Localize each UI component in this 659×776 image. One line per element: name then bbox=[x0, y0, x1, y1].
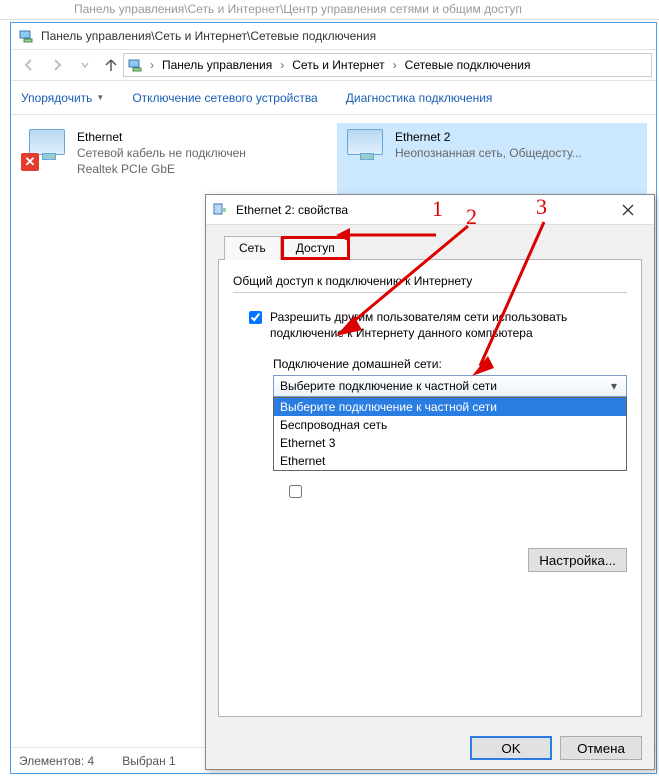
caret-down-icon: ▼ bbox=[96, 93, 104, 102]
chevron-down-icon: ▾ bbox=[606, 378, 622, 394]
combo-option[interactable]: Ethernet 3 bbox=[274, 434, 626, 452]
allow-sharing-checkbox[interactable] bbox=[249, 311, 262, 324]
bg-title-text: Панель управления\Сеть и Интернет\Центр … bbox=[74, 2, 522, 16]
diagnose-button[interactable]: Диагностика подключения bbox=[344, 87, 495, 109]
window-title-text: Панель управления\Сеть и Интернет\Сетевы… bbox=[41, 29, 376, 43]
disable-label: Отключение сетевого устройства bbox=[132, 91, 317, 105]
command-bar: Упорядочить ▼ Отключение сетевого устрой… bbox=[11, 81, 656, 115]
connection-device: Realtek PCIe GbE bbox=[77, 161, 246, 177]
tab-sharing-label: Доступ bbox=[296, 241, 335, 255]
adapter-icon bbox=[341, 129, 389, 169]
cancel-button[interactable]: Отмена bbox=[560, 736, 642, 760]
window-title-bar: Панель управления\Сеть и Интернет\Сетевы… bbox=[11, 23, 656, 49]
settings-btn-label: Настройка... bbox=[539, 553, 616, 568]
ok-button[interactable]: OK bbox=[470, 736, 552, 760]
selected-count: Выбран 1 bbox=[122, 754, 175, 768]
error-badge-icon: ✕ bbox=[21, 153, 39, 171]
ok-label: OK bbox=[501, 741, 520, 756]
combo-option[interactable]: Выберите подключение к частной сети bbox=[274, 398, 626, 416]
recent-dropdown[interactable] bbox=[71, 51, 99, 79]
breadcrumb-item[interactable]: Сетевые подключения bbox=[401, 54, 535, 76]
adapter-small-icon bbox=[212, 202, 228, 218]
breadcrumb-item[interactable]: Панель управления bbox=[158, 54, 276, 76]
allow-control-row bbox=[233, 484, 302, 498]
allow-control-checkbox[interactable] bbox=[289, 485, 302, 498]
chevron-right-icon[interactable]: › bbox=[278, 58, 286, 72]
combo-dropdown: Выберите подключение к частной сети Бесп… bbox=[273, 397, 627, 471]
organize-menu[interactable]: Упорядочить ▼ bbox=[19, 87, 106, 109]
tab-network-label: Сеть bbox=[239, 241, 266, 255]
combo-option[interactable]: Беспроводная сеть bbox=[274, 416, 626, 434]
annotation-1: 1 bbox=[432, 196, 443, 222]
home-connection-label: Подключение домашней сети: bbox=[233, 357, 627, 371]
dialog-footer: OK Отмена bbox=[206, 727, 654, 769]
chevron-right-icon[interactable]: › bbox=[391, 58, 399, 72]
elements-count: Элементов: 4 bbox=[19, 754, 94, 768]
tab-network[interactable]: Сеть bbox=[224, 236, 281, 260]
connection-status: Сетевой кабель не подключен bbox=[77, 145, 246, 161]
annotation-arrow-2 bbox=[330, 222, 480, 342]
forward-button[interactable] bbox=[43, 51, 71, 79]
connection-status: Неопознанная сеть, Общедосту... bbox=[395, 145, 582, 161]
up-button[interactable] bbox=[99, 51, 123, 79]
dialog-title-text: Ethernet 2: свойства bbox=[236, 203, 348, 217]
breadcrumb-item[interactable]: Сеть и Интернет bbox=[288, 54, 388, 76]
home-connection-combo-wrap: Выберите подключение к частной сети ▾ Вы… bbox=[273, 375, 627, 471]
settings-button[interactable]: Настройка... bbox=[528, 548, 627, 572]
close-icon bbox=[622, 204, 634, 216]
disable-device-button[interactable]: Отключение сетевого устройства bbox=[130, 87, 319, 109]
back-button[interactable] bbox=[15, 51, 43, 79]
combo-option[interactable]: Ethernet bbox=[274, 452, 626, 470]
home-connection-combo[interactable]: Выберите подключение к частной сети ▾ bbox=[273, 375, 627, 397]
diagnose-label: Диагностика подключения bbox=[346, 91, 493, 105]
connection-name: Ethernet bbox=[77, 129, 246, 145]
cancel-label: Отмена bbox=[577, 741, 625, 756]
adapter-icon: ✕ bbox=[23, 129, 71, 169]
background-window-title: Панель управления\Сеть и Интернет\Центр … bbox=[0, 0, 659, 20]
chevron-right-icon[interactable]: › bbox=[148, 58, 156, 72]
annotation-3: 3 bbox=[536, 194, 547, 220]
annotation-2: 2 bbox=[466, 204, 477, 230]
address-bar[interactable]: › Панель управления › Сеть и Интернет › … bbox=[123, 53, 652, 77]
nav-toolbar: › Панель управления › Сеть и Интернет › … bbox=[11, 49, 656, 81]
annotation-arrow-3 bbox=[466, 218, 556, 378]
combo-selected-text: Выберите подключение к частной сети bbox=[280, 379, 497, 393]
organize-label: Упорядочить bbox=[21, 91, 92, 105]
nic-icon bbox=[128, 57, 144, 73]
close-button[interactable] bbox=[608, 196, 648, 224]
nic-icon bbox=[19, 28, 35, 44]
connection-name: Ethernet 2 bbox=[395, 129, 582, 145]
dialog-title-bar[interactable]: Ethernet 2: свойства bbox=[206, 195, 654, 225]
